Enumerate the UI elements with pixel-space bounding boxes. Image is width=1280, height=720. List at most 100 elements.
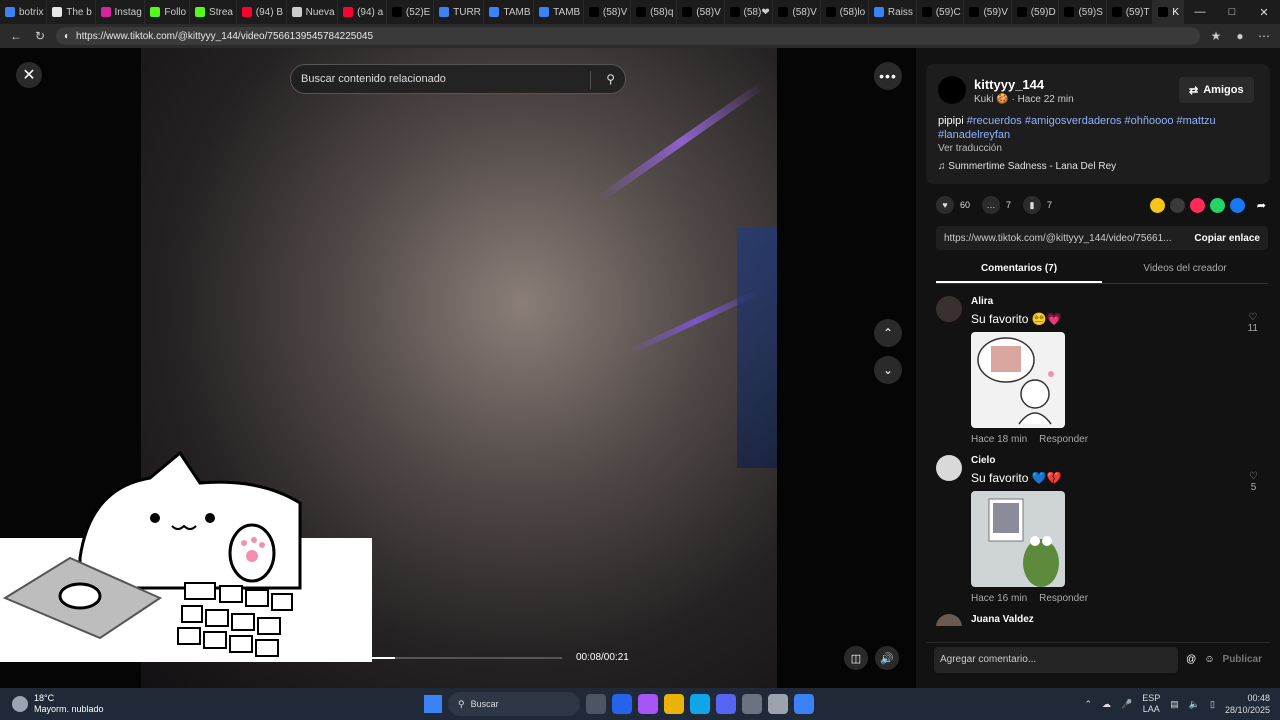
reply-button[interactable]: Responder	[1039, 593, 1088, 604]
task-view-icon[interactable]	[586, 694, 606, 714]
avatar[interactable]	[936, 296, 962, 322]
username[interactable]: kittyyy_144	[974, 77, 1044, 92]
more-options-button[interactable]: •••	[874, 62, 902, 90]
comment-action[interactable]: … 7	[982, 196, 1011, 214]
share-arrow-icon[interactable]: ➦	[1257, 199, 1266, 212]
minimize-button[interactable]: —	[1184, 6, 1216, 19]
related-search-input[interactable]: Buscar contenido relacionado ⚲	[290, 64, 626, 94]
browser-tab[interactable]: (59)S	[1059, 0, 1107, 24]
copilot-icon[interactable]	[638, 694, 658, 714]
maximize-button[interactable]: □	[1216, 6, 1248, 19]
browser-tab[interactable]: Instag	[96, 0, 146, 24]
see-translation-link[interactable]: Ver traducción	[938, 143, 1002, 154]
volume-button[interactable]: 🔊	[875, 646, 899, 670]
browser-tab[interactable]: TURR	[434, 0, 485, 24]
mention-icon[interactable]: @	[1186, 654, 1196, 665]
post-button[interactable]: Publicar	[1223, 654, 1262, 665]
post-link[interactable]: https://www.tiktok.com/@kittyyy_144/vide…	[944, 233, 1171, 244]
share-app-icon[interactable]	[1149, 197, 1165, 213]
browser-tab[interactable]: TAMB	[534, 0, 584, 24]
copy-link-button[interactable]: Copiar enlace	[1194, 233, 1260, 244]
browser-tab[interactable]: (59)D	[1012, 0, 1060, 24]
music-row[interactable]: ♫ Summertime Sadness - Lana Del Rey	[938, 161, 1116, 172]
next-video-button[interactable]: ⌄	[874, 356, 902, 384]
browser-tab[interactable]: (58)q	[631, 0, 678, 24]
chevron-up-icon[interactable]: ⌃	[1084, 699, 1092, 710]
favorites-icon[interactable]: ★	[1208, 29, 1224, 43]
like-action[interactable]: ♥ 60	[936, 196, 970, 214]
emoji-icon[interactable]: ☺	[1204, 654, 1214, 665]
onedrive-icon[interactable]: ☁	[1102, 699, 1111, 710]
hashtag-link[interactable]: #amigosverdaderos	[1025, 115, 1125, 127]
comment-like[interactable]: ♡ 11	[1248, 312, 1258, 334]
language-indicator[interactable]: ESP LAA	[1142, 693, 1160, 715]
avatar[interactable]	[936, 614, 962, 626]
close-video-button[interactable]: ✕	[16, 62, 42, 88]
browser-tab[interactable]: (59)T	[1107, 0, 1154, 24]
share-app-icon[interactable]	[1209, 197, 1225, 213]
browser-tab[interactable]: (58)❤	[725, 0, 774, 24]
browser-tab[interactable]: Nueva	[287, 0, 339, 24]
hashtag-link[interactable]: #recuerdos	[967, 115, 1025, 127]
reload-icon[interactable]: ↻	[32, 29, 48, 43]
share-app-icon[interactable]	[1169, 197, 1185, 213]
tab-creator-videos[interactable]: Videos del creador	[1102, 258, 1268, 283]
browser-tab[interactable]: The b	[47, 0, 96, 24]
save-action[interactable]: ▮ 7	[1023, 196, 1052, 214]
mic-icon[interactable]: 🎤	[1121, 699, 1132, 710]
share-app-icon[interactable]	[1189, 197, 1205, 213]
video-progress-bar[interactable]	[372, 657, 562, 659]
profile-icon[interactable]: ●	[1232, 29, 1248, 43]
file-explorer-icon[interactable]	[664, 694, 684, 714]
browser-tab[interactable]: botrix	[0, 0, 48, 24]
hashtag-link[interactable]: #ohñoooo	[1125, 115, 1177, 127]
browser-tab[interactable]: K	[1153, 0, 1184, 24]
browser-tab[interactable]: (58)V	[677, 0, 725, 24]
store-icon[interactable]	[612, 694, 632, 714]
picture-in-picture-button[interactable]: ◫	[844, 646, 868, 670]
avatar[interactable]	[938, 76, 966, 104]
start-icon[interactable]	[424, 695, 442, 713]
browser-tab[interactable]: Follo	[145, 0, 191, 24]
reply-button[interactable]: Responder	[1039, 434, 1088, 445]
commenter-name[interactable]: Alira	[971, 296, 993, 307]
app-icon[interactable]	[742, 694, 762, 714]
edge-icon[interactable]	[690, 694, 710, 714]
wifi-icon[interactable]: ▤	[1170, 699, 1179, 710]
tab-comments[interactable]: Comentarios (7)	[936, 258, 1102, 283]
browser-tab[interactable]: (52)E	[387, 0, 435, 24]
hashtag-link[interactable]: #lanadelreyfan	[938, 129, 1010, 141]
back-icon[interactable]: ←	[8, 29, 24, 43]
taskbar-search[interactable]: ⚲ Buscar	[448, 692, 580, 716]
discord-icon[interactable]	[716, 694, 736, 714]
browser-tab[interactable]: (94) B	[237, 0, 287, 24]
browser-tab[interactable]: (58)lo	[821, 0, 869, 24]
browser-tab[interactable]: (58)V	[584, 0, 632, 24]
avatar[interactable]	[936, 455, 962, 481]
weather-widget[interactable]: 18°C Mayorm. nublado	[0, 693, 160, 715]
settings-icon[interactable]	[768, 694, 788, 714]
previous-video-button[interactable]: ⌃	[874, 319, 902, 347]
browser-tab[interactable]: (94) a	[338, 0, 387, 24]
commenter-name[interactable]: Juana Valdez	[971, 614, 1034, 625]
clock[interactable]: 00:48 28/10/2025	[1225, 692, 1270, 716]
site-info-icon[interactable]: ◐	[64, 31, 70, 42]
close-window-button[interactable]: ✕	[1248, 6, 1280, 19]
speaker-icon[interactable]: 🔈	[1189, 699, 1200, 710]
browser-tab[interactable]: Strea	[190, 0, 237, 24]
search-icon[interactable]: ⚲	[606, 72, 615, 86]
commenter-name[interactable]: Cielo	[971, 455, 995, 466]
comment-like[interactable]: ♡ 5	[1249, 471, 1258, 493]
menu-icon[interactable]: ⋯	[1256, 29, 1272, 43]
comment-input[interactable]: Agregar comentario...	[934, 646, 1179, 673]
browser-tab[interactable]: (59)V	[964, 0, 1012, 24]
app-icon[interactable]	[794, 694, 814, 714]
friends-button[interactable]: ⇄ Amigos	[1179, 77, 1254, 103]
browser-tab[interactable]: (59)C	[917, 0, 965, 24]
url-field[interactable]: ◐ https://www.tiktok.com/@kittyyy_144/vi…	[56, 27, 1200, 45]
browser-tab[interactable]: Raiss	[869, 0, 917, 24]
browser-tab[interactable]: TAMB	[484, 0, 535, 24]
share-app-icon[interactable]	[1229, 197, 1245, 213]
battery-icon[interactable]: ▯	[1210, 699, 1215, 710]
hashtag-link[interactable]: #mattzu	[1177, 115, 1216, 127]
